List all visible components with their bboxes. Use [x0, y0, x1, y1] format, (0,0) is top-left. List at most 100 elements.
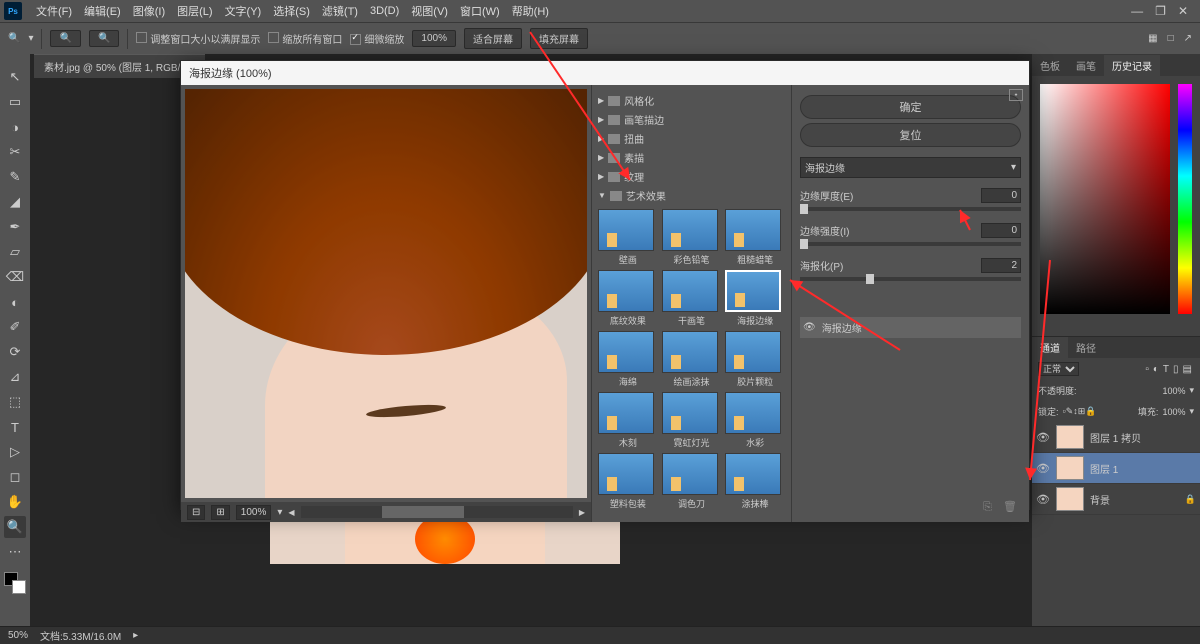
tab-channels[interactable]: 通道	[1032, 337, 1068, 358]
preview-image[interactable]	[185, 89, 587, 498]
filter-thumb[interactable]: 调色刀	[662, 453, 722, 510]
param-value[interactable]: 0	[981, 188, 1021, 203]
menu-type[interactable]: 文字(Y)	[219, 3, 268, 19]
scroll-right-icon[interactable]: ▶	[579, 508, 585, 517]
category-brushstrokes[interactable]: ▶画笔描边	[598, 110, 785, 129]
tool-pentool[interactable]: ⬚	[4, 391, 26, 413]
fill-screen-button[interactable]: 填充屏幕	[530, 28, 588, 49]
ok-button[interactable]: 确定	[800, 95, 1021, 119]
status-zoom[interactable]: 50%	[8, 630, 28, 641]
filter-thumb[interactable]: 粗糙蜡笔	[725, 209, 785, 266]
zoom-in-button[interactable]: ⊞	[211, 505, 229, 520]
hue-slider[interactable]	[1178, 84, 1192, 314]
layer-row[interactable]: 👁 背景 🔒	[1032, 484, 1200, 515]
menu-3d[interactable]: 3D(D)	[364, 5, 405, 17]
filter-thumb[interactable]: 水彩	[725, 392, 785, 449]
share-icon[interactable]: ↗	[1184, 33, 1192, 44]
tool-marquee[interactable]: ▭	[4, 91, 26, 113]
visibility-icon[interactable]: 👁	[1036, 431, 1050, 444]
param-slider[interactable]	[800, 207, 1021, 211]
opacity-value[interactable]: 100%	[1162, 386, 1185, 396]
category-texture[interactable]: ▶纹理	[598, 167, 785, 186]
screen-mode-icon[interactable]: □	[1168, 33, 1174, 44]
tool-gradient[interactable]: ◐	[4, 291, 26, 313]
tool-path[interactable]: ▷	[4, 441, 26, 463]
category-sketch[interactable]: ▶素描	[598, 148, 785, 167]
menu-window[interactable]: 窗口(W)	[454, 3, 506, 19]
collapse-icon[interactable]: ⋆	[1009, 89, 1023, 101]
delete-effect-icon[interactable]: 🗑	[1003, 501, 1017, 513]
layer-row[interactable]: 👁 图层 1	[1032, 453, 1200, 484]
layer-row[interactable]: 👁 图层 1 拷贝	[1032, 422, 1200, 453]
filter-thumb[interactable]: 海绵	[598, 331, 658, 388]
lock-icons[interactable]: ▫✎↕⊞🔒	[1063, 406, 1097, 417]
zoom-in-button[interactable]: 🔍	[50, 30, 80, 47]
menu-filter[interactable]: 滤镜(T)	[316, 3, 364, 19]
filter-thumb[interactable]: 干画笔	[662, 270, 722, 327]
filter-thumb[interactable]: 彩色铅笔	[662, 209, 722, 266]
tool-zoom[interactable]: 🔍	[4, 516, 26, 538]
menu-image[interactable]: 图像(I)	[127, 3, 171, 19]
tool-dodge[interactable]: ⊿	[4, 366, 26, 388]
filter-thumb[interactable]: 海报边缘	[725, 270, 785, 327]
tool-blur[interactable]: ⟳	[4, 341, 26, 363]
tool-hand[interactable]: ✋	[4, 491, 26, 513]
reset-button[interactable]: 复位	[800, 123, 1021, 147]
tool-frame[interactable]: ◢	[4, 191, 26, 213]
filter-thumb[interactable]: 底纹效果	[598, 270, 658, 327]
tool-clone[interactable]: ▱	[4, 241, 26, 263]
window-maximize-icon[interactable]: ❐	[1155, 4, 1166, 18]
filter-thumb[interactable]: 塑料包装	[598, 453, 658, 510]
category-stylize[interactable]: ▶风格化	[598, 91, 785, 110]
zoom-level[interactable]: 100%	[236, 505, 272, 520]
zoom-out-button[interactable]: ⊟	[187, 505, 205, 520]
zoom-all-checkbox[interactable]	[268, 32, 279, 43]
menu-layer[interactable]: 图层(L)	[171, 3, 218, 19]
filter-thumb[interactable]: 绘画涂抹	[662, 331, 722, 388]
filter-thumb[interactable]: 霓虹灯光	[662, 392, 722, 449]
resize-window-checkbox[interactable]	[136, 32, 147, 43]
param-value[interactable]: 0	[981, 223, 1021, 238]
layer-filter-icons[interactable]: ▫◐T▯▤	[1143, 364, 1194, 375]
scroll-left-icon[interactable]: ◀	[288, 508, 294, 517]
tab-brushes[interactable]: 画笔	[1068, 55, 1104, 76]
menu-view[interactable]: 视图(V)	[405, 3, 454, 19]
blend-mode-select[interactable]: 正常	[1038, 362, 1079, 376]
param-value[interactable]: 2	[981, 258, 1021, 273]
tab-history[interactable]: 历史记录	[1104, 55, 1160, 76]
tool-eraser[interactable]: ⌫	[4, 266, 26, 288]
tool-move[interactable]: ↖	[4, 66, 26, 88]
window-close-icon[interactable]: ✕	[1178, 4, 1188, 18]
fill-value[interactable]: 100%	[1162, 407, 1185, 417]
filter-thumb[interactable]: 涂抹棒	[725, 453, 785, 510]
tool-pen[interactable]: ✐	[4, 316, 26, 338]
tool-lasso[interactable]: ◑	[4, 116, 26, 138]
filter-select[interactable]: 海报边缘▾	[800, 157, 1021, 178]
visibility-icon[interactable]: 👁	[803, 322, 816, 333]
preview-scrollbar[interactable]	[301, 506, 573, 518]
category-artistic[interactable]: ▼艺术效果	[598, 186, 785, 205]
tab-swatches[interactable]: 色板	[1032, 55, 1068, 76]
window-minimize-icon[interactable]: —	[1131, 4, 1143, 18]
tool-type[interactable]: T	[4, 416, 26, 438]
fit-screen-button[interactable]: 适合屏幕	[464, 28, 522, 49]
color-swatches[interactable]	[4, 572, 26, 594]
tool-brush[interactable]: ✒	[4, 216, 26, 238]
param-slider[interactable]	[800, 242, 1021, 246]
menu-select[interactable]: 选择(S)	[267, 3, 316, 19]
zoom-percent-button[interactable]: 100%	[412, 30, 456, 47]
filter-thumb[interactable]: 木刻	[598, 392, 658, 449]
workspace-icon[interactable]: ▦	[1148, 33, 1157, 44]
param-slider[interactable]	[800, 277, 1021, 281]
tool-more[interactable]: ⋯	[4, 541, 26, 563]
visibility-icon[interactable]: 👁	[1036, 462, 1050, 475]
new-effect-layer-icon[interactable]: ⎘	[983, 501, 992, 513]
color-picker[interactable]	[1032, 76, 1200, 336]
scrubby-zoom-checkbox[interactable]	[350, 34, 361, 45]
menu-help[interactable]: 帮助(H)	[506, 3, 555, 19]
filter-thumb[interactable]: 胶片颗粒	[725, 331, 785, 388]
tool-eyedropper[interactable]: ✎	[4, 166, 26, 188]
tool-crop[interactable]: ✂	[4, 141, 26, 163]
menu-file[interactable]: 文件(F)	[30, 3, 78, 19]
zoom-out-button[interactable]: 🔍	[89, 30, 119, 47]
